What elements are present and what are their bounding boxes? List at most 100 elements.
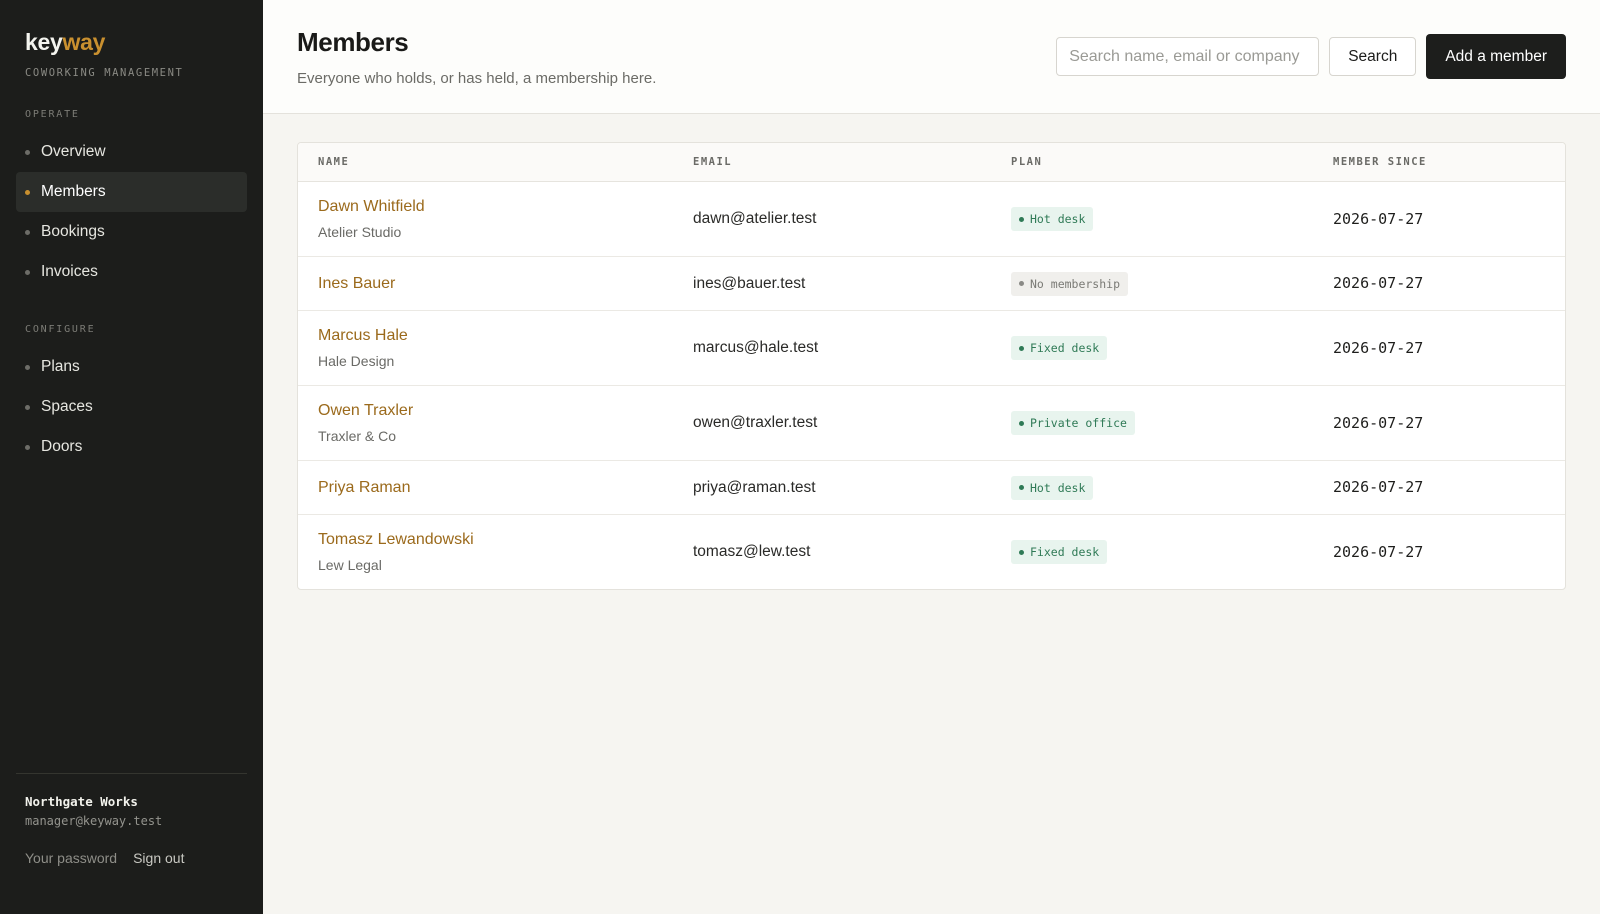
main-content: Members Everyone who holds, or has held,…: [263, 0, 1600, 914]
member-company: Traxler & Co: [318, 428, 397, 444]
page-subtitle: Everyone who holds, or has held, a membe…: [297, 69, 657, 87]
cell-name: Dawn Whitfield Atelier Studio: [298, 181, 673, 257]
table-row: Marcus Hale Hale Design marcus@hale.test…: [298, 310, 1565, 386]
member-email: ines@bauer.test: [693, 274, 806, 292]
org-name: Northgate Works: [25, 794, 138, 809]
plan-badge: Private office: [1011, 411, 1135, 435]
plan-label: Fixed desk: [1030, 341, 1100, 355]
cell-plan: Private office: [991, 385, 1313, 461]
cell-name: Marcus Hale Hale Design: [298, 310, 673, 386]
column-header-plan: PLAN: [991, 143, 1313, 182]
member-since: 2026-07-27: [1333, 478, 1424, 496]
status-dot-icon: [1019, 216, 1024, 222]
page-header: Members Everyone who holds, or has held,…: [263, 0, 1600, 114]
member-since: 2026-07-27: [1333, 274, 1424, 292]
member-since: 2026-07-27: [1333, 413, 1424, 432]
sidebar-item-label: Doors: [41, 438, 83, 455]
cell-name: Priya Raman: [298, 460, 673, 515]
cell-email: marcus@hale.test: [673, 310, 991, 386]
member-since: 2026-07-27: [1333, 338, 1424, 357]
plan-label: Hot desk: [1030, 212, 1086, 226]
cell-email: ines@bauer.test: [673, 256, 991, 311]
member-name-link[interactable]: Marcus Hale: [318, 327, 653, 345]
title-block: Members Everyone who holds, or has held,…: [297, 27, 656, 87]
cell-member-since: 2026-07-27: [1313, 310, 1565, 386]
bullet-icon: [25, 404, 30, 410]
bullet-icon: [25, 229, 30, 235]
member-email: marcus@hale.test: [693, 339, 819, 356]
member-since: 2026-07-27: [1333, 542, 1424, 561]
password-link[interactable]: Your password: [25, 850, 117, 866]
member-email: dawn@atelier.test: [693, 210, 817, 227]
nav-section-configure: CONFIGURE: [25, 324, 96, 335]
member-name-link[interactable]: Priya Raman: [318, 479, 653, 497]
member-email: owen@traxler.test: [693, 414, 818, 431]
status-dot-icon: [1019, 345, 1024, 351]
cell-member-since: 2026-07-27: [1313, 385, 1565, 461]
sidebar-footer: Northgate Works manager@keyway.test Your…: [16, 773, 247, 914]
plan-label: Hot desk: [1030, 480, 1086, 495]
sidebar-item-members[interactable]: Members: [16, 172, 247, 212]
cell-plan: Hot desk: [991, 460, 1313, 515]
member-since: 2026-07-27: [1333, 209, 1424, 228]
members-table-card: NAME EMAIL PLAN MEMBER SINCE Dawn Whitfi…: [297, 142, 1566, 590]
account-links: Your password Sign out: [25, 850, 238, 866]
search-button[interactable]: Search: [1329, 37, 1417, 76]
page-title: Members: [297, 26, 409, 57]
cell-plan: No membership: [991, 256, 1313, 311]
cell-member-since: 2026-07-27: [1313, 256, 1565, 311]
bullet-icon: [25, 189, 30, 195]
member-name-link[interactable]: Ines Bauer: [318, 275, 653, 293]
cell-member-since: 2026-07-27: [1313, 460, 1565, 515]
status-dot-icon: [1019, 549, 1024, 555]
search-input[interactable]: [1056, 37, 1320, 76]
bullet-icon: [25, 364, 30, 370]
sidebar-item-plans[interactable]: Plans: [16, 347, 247, 387]
member-company: Atelier Studio: [318, 224, 402, 240]
member-email: priya@raman.test: [693, 478, 816, 496]
sidebar-item-label: Overview: [41, 143, 106, 160]
member-name-link[interactable]: Dawn Whitfield: [318, 198, 653, 216]
cell-member-since: 2026-07-27: [1313, 515, 1565, 590]
add-member-button[interactable]: Add a member: [1426, 34, 1566, 79]
plan-badge: Fixed desk: [1011, 540, 1108, 564]
logo-key: key: [25, 29, 63, 55]
status-dot-icon: [1019, 485, 1024, 490]
sidebar-item-invoices[interactable]: Invoices: [16, 252, 247, 292]
plan-label: Fixed desk: [1030, 545, 1100, 559]
nav-configure: Plans Spaces Doors: [16, 347, 247, 467]
nav-section-operate: OPERATE: [25, 109, 80, 120]
sign-out-link[interactable]: Sign out: [133, 850, 184, 866]
keyway-logo[interactable]: keyway: [16, 28, 247, 56]
table-row: Priya Raman priya@raman.test Hot desk 20…: [298, 460, 1565, 515]
cell-plan: Hot desk: [991, 181, 1313, 257]
sidebar: keyway COWORKING MANAGEMENT OPERATE Over…: [0, 0, 263, 914]
members-table: NAME EMAIL PLAN MEMBER SINCE Dawn Whitfi…: [298, 143, 1565, 589]
column-header-email: EMAIL: [673, 143, 991, 182]
member-company: Lew Legal: [318, 557, 382, 573]
cell-plan: Fixed desk: [991, 515, 1313, 590]
table-row: Ines Bauer ines@bauer.test No membership…: [298, 256, 1565, 311]
column-header-member-since: MEMBER SINCE: [1313, 143, 1565, 182]
cell-email: owen@traxler.test: [673, 385, 991, 461]
sidebar-item-doors[interactable]: Doors: [16, 427, 247, 467]
bullet-icon: [25, 269, 30, 275]
column-header-name: NAME: [298, 143, 673, 182]
plan-badge: Hot desk: [1011, 207, 1094, 231]
members-section: NAME EMAIL PLAN MEMBER SINCE Dawn Whitfi…: [263, 114, 1600, 590]
user-email: manager@keyway.test: [25, 814, 163, 828]
cell-plan: Fixed desk: [991, 310, 1313, 386]
cell-email: dawn@atelier.test: [673, 181, 991, 257]
table-row: Tomasz Lewandowski Lew Legal tomasz@lew.…: [298, 515, 1565, 590]
member-name-link[interactable]: Owen Traxler: [318, 402, 653, 420]
sidebar-item-overview[interactable]: Overview: [16, 132, 247, 172]
sidebar-item-label: Bookings: [41, 223, 105, 240]
table-row: Dawn Whitfield Atelier Studio dawn@ateli…: [298, 181, 1565, 257]
sidebar-item-bookings[interactable]: Bookings: [16, 212, 247, 252]
status-dot-icon: [1019, 420, 1024, 426]
member-name-link[interactable]: Tomasz Lewandowski: [318, 531, 653, 549]
nav-operate: Overview Members Bookings Invoices: [16, 132, 247, 292]
plan-label: No membership: [1030, 276, 1121, 291]
sidebar-item-spaces[interactable]: Spaces: [16, 387, 247, 427]
header-actions: Search Add a member: [1056, 34, 1566, 79]
